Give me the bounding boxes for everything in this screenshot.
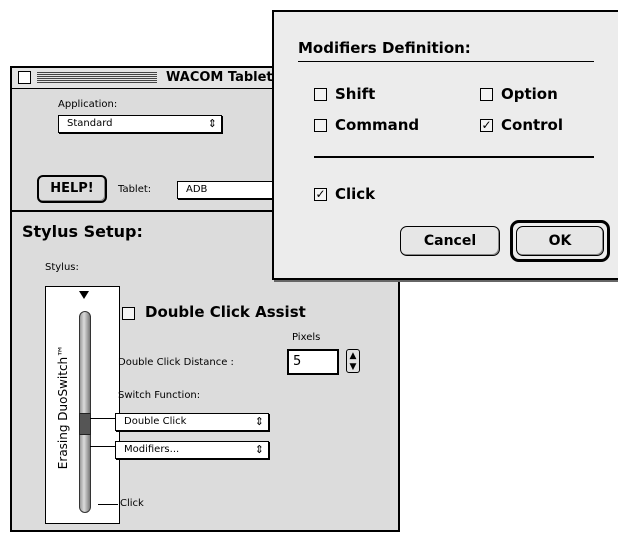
ok-button[interactable]: OK [516, 226, 604, 256]
tip-function-label: Click [120, 498, 144, 509]
dialog-title: Modifiers Definition: [298, 39, 471, 57]
control-checkbox[interactable]: ✓ [480, 119, 493, 132]
switch-function-label: Switch Function: [118, 390, 201, 401]
click-checkbox[interactable]: ✓ [314, 188, 327, 201]
modifiers-popup[interactable]: Modifiers... ⇕ [115, 441, 269, 459]
tablet-label: Tablet: [118, 184, 152, 195]
switch-lower-leader [90, 446, 115, 447]
help-button[interactable]: HELP! [37, 175, 107, 203]
close-box[interactable] [18, 71, 31, 84]
checkmark-icon: ✓ [315, 187, 326, 201]
double-click-distance-field[interactable]: 5 [287, 349, 339, 375]
switch-function-value: Double Click [124, 416, 187, 427]
command-label: Command [335, 116, 420, 134]
cancel-button[interactable]: Cancel [400, 226, 500, 256]
stepper-up-icon[interactable]: ▲ [347, 351, 359, 361]
application-label: Application: [58, 99, 118, 110]
distance-stepper[interactable]: ▲ ▼ [346, 349, 360, 373]
section-divider [314, 156, 594, 158]
tablet-popup-value: ADB [186, 184, 208, 195]
control-label: Control [501, 116, 564, 134]
stylus-pen-icon [79, 311, 91, 513]
checkmark-icon: ✓ [481, 118, 492, 132]
double-click-assist-checkbox[interactable] [122, 307, 135, 320]
option-label: Option [501, 85, 558, 103]
stylus-setup-title: Stylus Setup: [22, 222, 143, 241]
popup-arrows-icon: ⇕ [207, 117, 217, 130]
side-switch-icon [79, 413, 91, 435]
stylus-label: Stylus: [45, 262, 79, 273]
eraser-pointer-icon [79, 291, 89, 299]
modifiers-definition-dialog: Modifiers Definition: Shift Option Comma… [272, 10, 618, 280]
switch-function-popup[interactable]: Double Click ⇕ [115, 413, 269, 431]
modifiers-popup-value: Modifiers... [124, 444, 180, 455]
stylus-picture: Erasing DuoSwitch™ [45, 286, 120, 524]
popup-arrows-icon: ⇕ [254, 415, 264, 428]
stepper-down-icon[interactable]: ▼ [347, 362, 359, 372]
ok-button-frame[interactable]: OK [510, 220, 610, 262]
shift-label: Shift [335, 85, 376, 103]
stylus-name: Erasing DuoSwitch™ [56, 344, 70, 470]
application-popup-value: Standard [67, 118, 113, 129]
switch-upper-leader [90, 418, 115, 419]
tip-leader [98, 504, 118, 505]
command-checkbox[interactable] [314, 119, 327, 132]
double-click-assist-label: Double Click Assist [145, 303, 306, 321]
popup-arrows-icon: ⇕ [254, 443, 264, 456]
option-checkbox[interactable] [480, 88, 493, 101]
shift-checkbox[interactable] [314, 88, 327, 101]
title-bar-stripes [37, 72, 157, 83]
tablet-popup[interactable]: ADB [177, 181, 287, 199]
application-popup[interactable]: Standard ⇕ [58, 115, 222, 133]
title-divider [298, 61, 594, 62]
pixels-label: Pixels [292, 332, 321, 343]
click-label: Click [335, 185, 376, 203]
double-click-distance-label: Double Click Distance : [118, 357, 234, 368]
